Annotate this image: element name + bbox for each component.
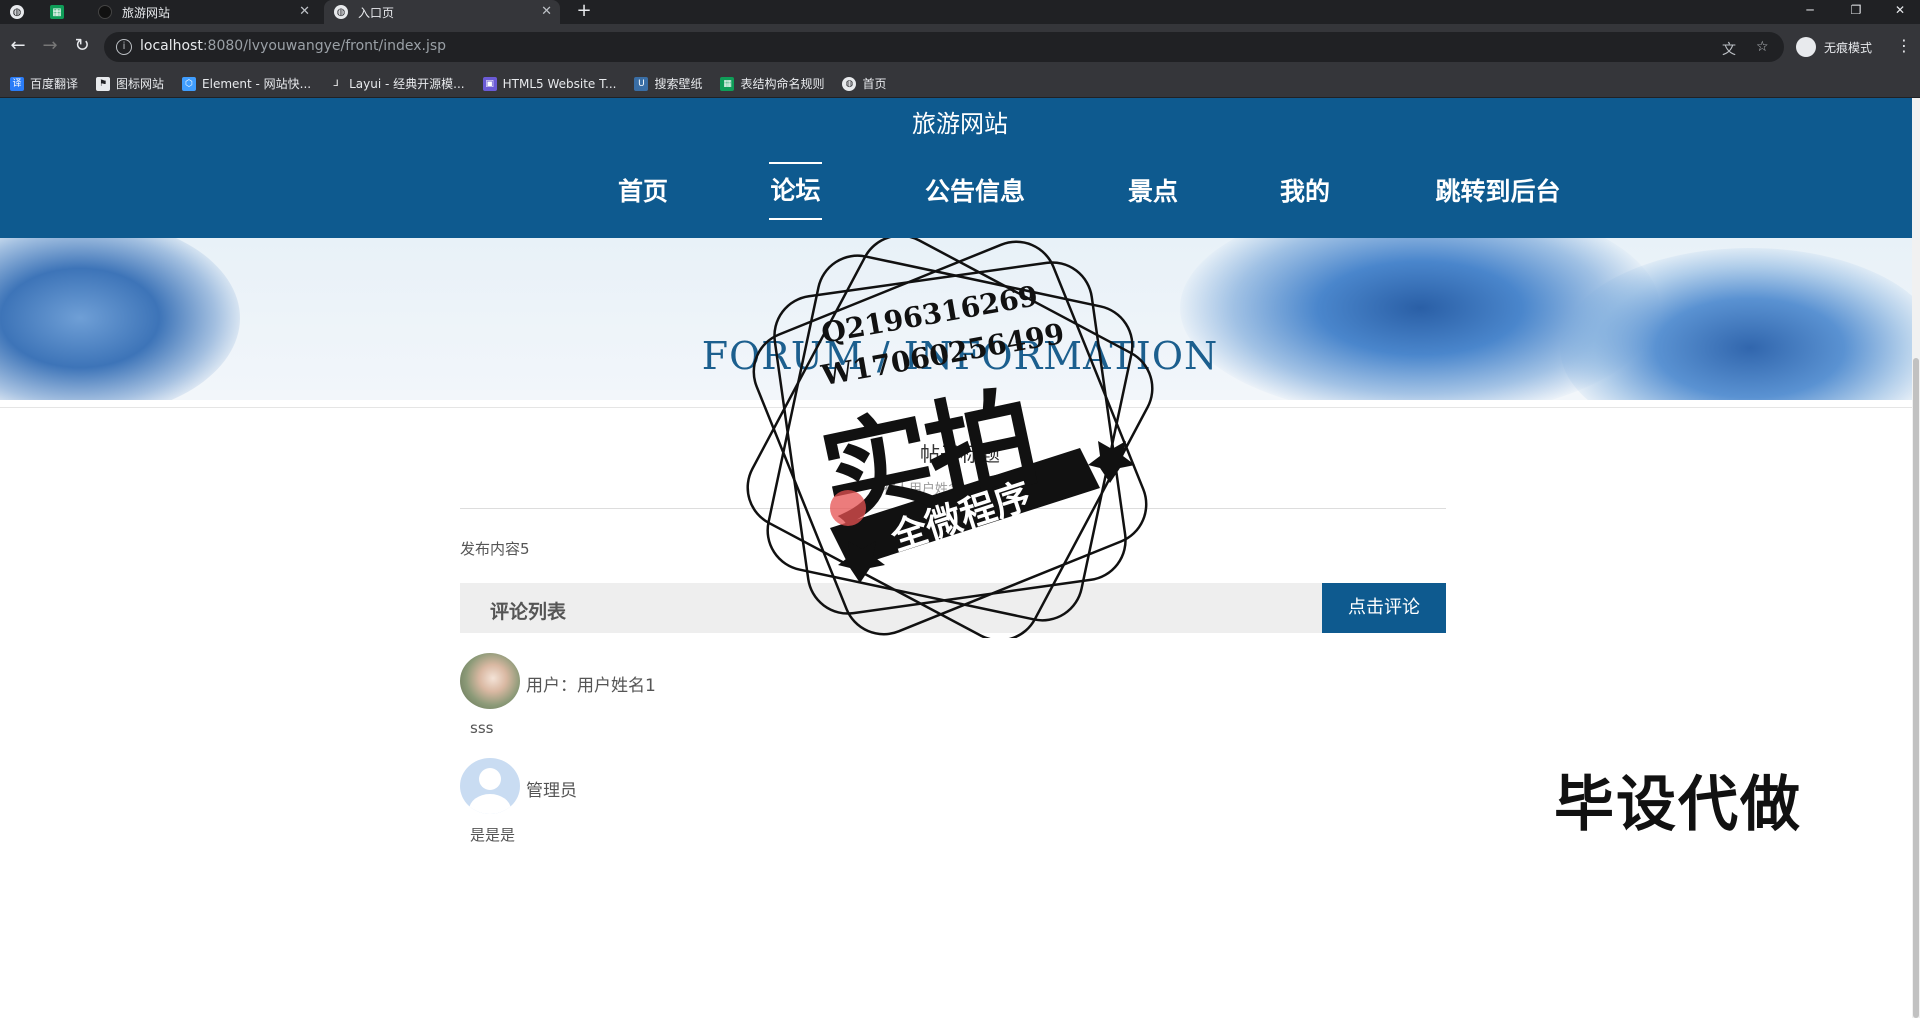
bookmark-item[interactable]: ⬡ Element - 网站快... bbox=[182, 75, 311, 92]
profile-label: 无痕模式 bbox=[1824, 40, 1873, 55]
web-page: 旅游网站 首页 论坛 公告信息 景点 我的 跳转到后台 FORUM / INFO… bbox=[0, 98, 1920, 1018]
translate-icon[interactable]: 文 bbox=[1722, 39, 1736, 59]
nav-item-scenic[interactable]: 景点 bbox=[1124, 162, 1182, 222]
tab-inactive[interactable]: 旅游网站 ✕ bbox=[88, 0, 318, 24]
cursor-highlight bbox=[830, 490, 866, 526]
url-text[interactable]: localhost:8080/lvyouwangye/front/index.j… bbox=[140, 38, 446, 54]
nav-item-notice[interactable]: 公告信息 bbox=[920, 162, 1030, 222]
incognito-icon bbox=[1796, 37, 1816, 57]
post-content: 发布内容5 bbox=[460, 540, 530, 558]
main-nav: 首页 论坛 公告信息 景点 我的 跳转到后台 bbox=[0, 162, 1920, 222]
globe-icon: ◍ bbox=[334, 5, 348, 19]
comment-user: 用户：用户姓名1 bbox=[526, 676, 656, 696]
menu-icon[interactable]: ⋮ bbox=[1896, 36, 1912, 55]
add-comment-button[interactable]: 点击评论 bbox=[1322, 583, 1446, 633]
layui-icon: ⅃ bbox=[329, 76, 344, 91]
element-icon: ⬡ bbox=[182, 76, 197, 91]
nav-item-mine[interactable]: 我的 bbox=[1276, 162, 1334, 222]
tab-strip: ◍ ▦ 旅游网站 ✕ ◍ 入口页 ✕ + ─ ❐ ✕ bbox=[0, 0, 1920, 24]
nav-item-home[interactable]: 首页 bbox=[612, 162, 674, 222]
nav-item-forum[interactable]: 论坛 bbox=[769, 162, 822, 220]
pinned-tab-sheet[interactable]: ▦ bbox=[50, 0, 74, 24]
avatar bbox=[460, 653, 520, 709]
loading-icon bbox=[98, 5, 112, 19]
html5-icon: ▣ bbox=[482, 76, 497, 91]
bookmark-item[interactable]: ◍ 首页 bbox=[842, 75, 887, 92]
reload-button[interactable]: ↻ bbox=[70, 34, 94, 58]
sheet-icon: ▦ bbox=[720, 76, 735, 91]
wallpaper-icon: U bbox=[634, 76, 649, 91]
corner-watermark: 毕设代做 bbox=[1554, 770, 1802, 840]
comment-text: 是是是 bbox=[470, 826, 516, 844]
incognito-profile[interactable]: 无痕模式 bbox=[1796, 34, 1872, 60]
bookmark-item[interactable]: ▣ HTML5 Website T... bbox=[482, 76, 616, 91]
browser-toolbar: ← → ↻ i localhost:8080/lvyouwangye/front… bbox=[0, 24, 1920, 70]
forward-button[interactable]: → bbox=[38, 34, 62, 58]
comment-text: sss bbox=[470, 719, 494, 737]
globe-icon: ◍ bbox=[842, 76, 857, 91]
back-button[interactable]: ← bbox=[6, 34, 30, 58]
site-title: 旅游网站 bbox=[912, 110, 1008, 138]
tab-title: 入口页 bbox=[358, 5, 395, 20]
comment-item: 管理员 是是是 bbox=[460, 758, 1060, 858]
bookmarks-bar: 译百度翻译 ⚑ 图标网站 ⬡ Element - 网站快... ⅃ Layui - 经… bbox=[0, 70, 1920, 98]
close-icon[interactable]: ✕ bbox=[299, 4, 310, 19]
minimize-button[interactable]: ─ bbox=[1790, 0, 1830, 24]
close-icon[interactable]: ✕ bbox=[541, 4, 552, 19]
sheet-icon: ▦ bbox=[50, 5, 64, 19]
default-avatar-icon bbox=[460, 758, 520, 814]
window-close-button[interactable]: ✕ bbox=[1880, 0, 1920, 24]
globe-icon: ◍ bbox=[10, 5, 24, 19]
nav-item-admin[interactable]: 跳转到后台 bbox=[1430, 162, 1566, 222]
new-tab-button[interactable]: + bbox=[574, 0, 594, 24]
bookmark-item[interactable]: U 搜索壁纸 bbox=[634, 75, 702, 92]
bookmark-item[interactable]: ⚑ 图标网站 bbox=[96, 75, 164, 92]
bookmark-item[interactable]: ▦ 表结构命名规则 bbox=[720, 75, 824, 92]
scrollbar-thumb[interactable] bbox=[1913, 358, 1919, 1018]
site-header: 旅游网站 首页 论坛 公告信息 景点 我的 跳转到后台 bbox=[0, 98, 1920, 238]
comment-user: 管理员 bbox=[526, 781, 577, 801]
page-scrollbar[interactable] bbox=[1912, 98, 1920, 1018]
info-icon[interactable]: i bbox=[116, 39, 132, 55]
star-icon[interactable]: ☆ bbox=[1756, 39, 1769, 55]
stamp-overlay: Q2196316269 W17060256499 实拍 全微程序 bbox=[720, 238, 1200, 638]
comment-item: 用户：用户姓名1 sss bbox=[460, 653, 1060, 753]
tab-title: 旅游网站 bbox=[122, 5, 171, 20]
tab-active[interactable]: ◍ 入口页 ✕ bbox=[324, 0, 560, 24]
translate-icon: 译 bbox=[10, 76, 24, 91]
bookmark-item[interactable]: 译百度翻译 bbox=[10, 75, 78, 92]
bookmark-item[interactable]: ⅃ Layui - 经典开源模... bbox=[329, 75, 465, 92]
comment-list-label: 评论列表 bbox=[490, 601, 567, 623]
pinned-tab[interactable]: ◍ bbox=[10, 0, 34, 24]
restore-button[interactable]: ❐ bbox=[1836, 0, 1876, 24]
address-bar[interactable]: i localhost:8080/lvyouwangye/front/index… bbox=[104, 32, 1784, 62]
flag-icon: ⚑ bbox=[96, 76, 111, 91]
